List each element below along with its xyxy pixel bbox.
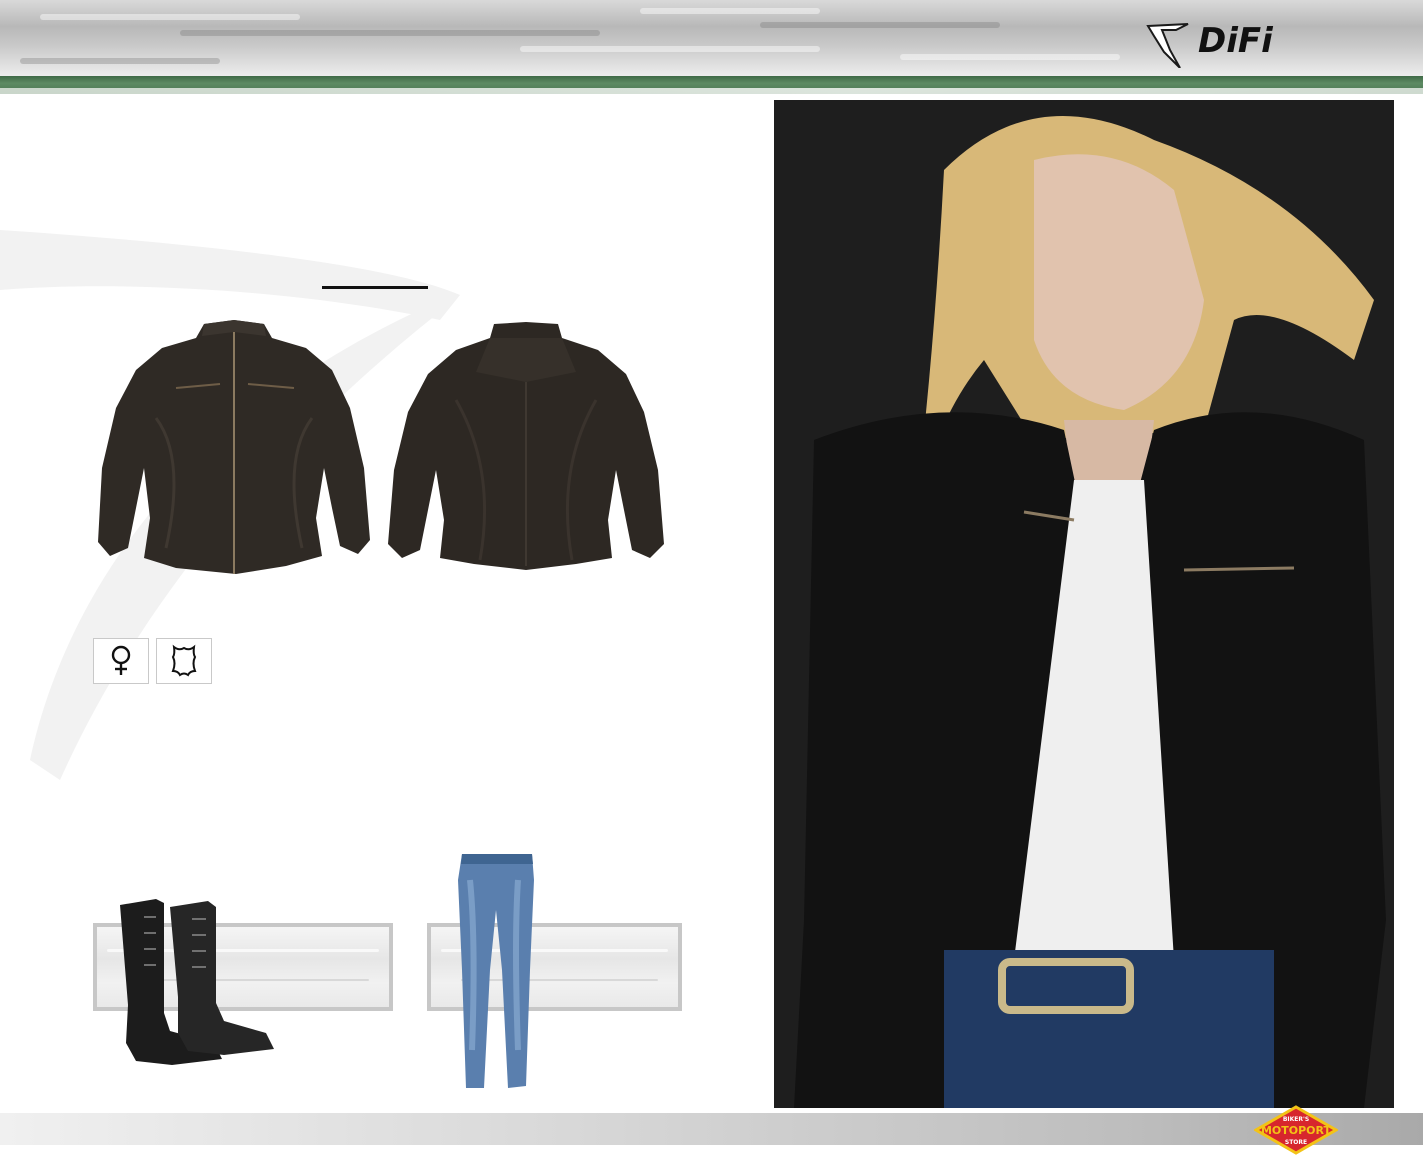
bikers-motoport-store-badge[interactable]: BIKER'S MOTOPORT STORE bbox=[1254, 1105, 1338, 1155]
jacket-back-image bbox=[388, 322, 664, 570]
jacket-front-image bbox=[98, 320, 370, 574]
badge-bottom-text: STORE bbox=[1285, 1139, 1307, 1146]
boots-image[interactable] bbox=[112, 893, 280, 1073]
badge-top-text: BIKER'S bbox=[1283, 1116, 1309, 1123]
model-photo bbox=[774, 100, 1394, 1108]
difi-logo[interactable]: DiFi bbox=[1140, 18, 1370, 69]
female-symbol-icon bbox=[93, 638, 149, 684]
header-banner: DiFi bbox=[0, 0, 1423, 76]
leather-hide-icon bbox=[156, 638, 212, 684]
logo-text: DiFi bbox=[1198, 21, 1274, 61]
title-underline bbox=[322, 286, 428, 289]
badge-middle-text: MOTOPORT bbox=[1261, 1124, 1332, 1137]
green-divider-band bbox=[0, 76, 1423, 94]
footer-band bbox=[0, 1113, 1423, 1145]
jeans-image[interactable] bbox=[456, 850, 536, 1092]
